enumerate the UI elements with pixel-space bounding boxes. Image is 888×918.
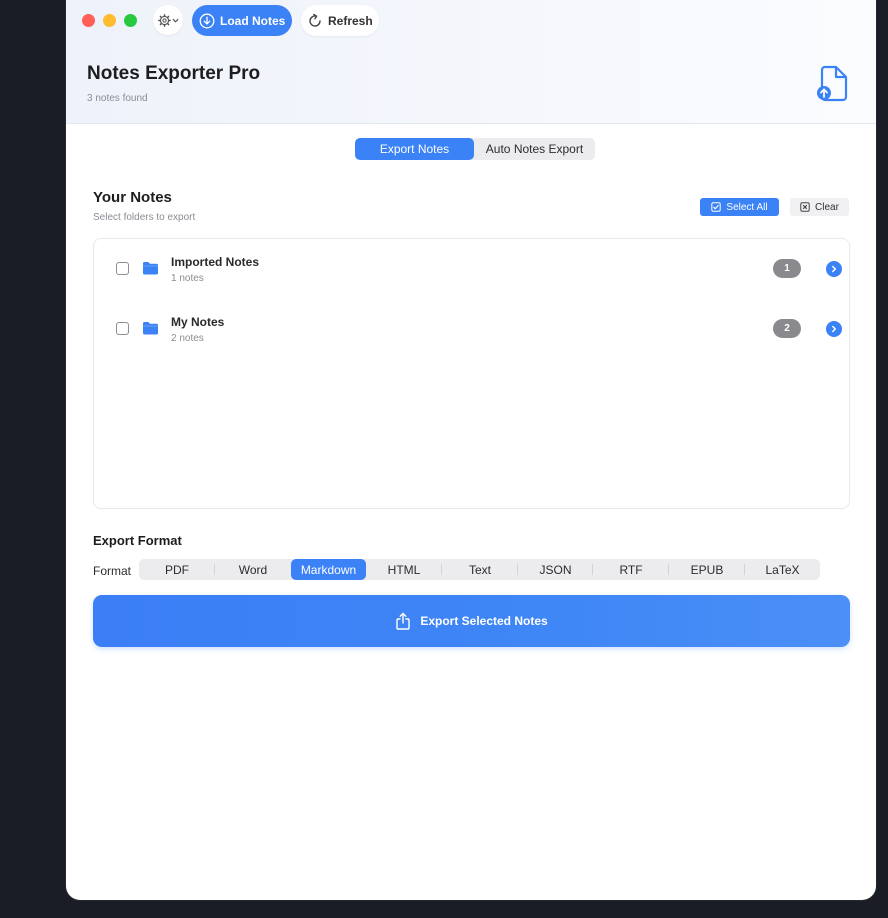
settings-menu-button[interactable] bbox=[153, 5, 183, 35]
zoom-window-button[interactable] bbox=[124, 14, 137, 27]
format-option-markdown[interactable]: Markdown bbox=[291, 559, 366, 580]
notes-section-title: Your Notes bbox=[93, 189, 172, 206]
format-option-word[interactable]: Word bbox=[215, 559, 291, 580]
folder-row-imported-notes[interactable]: Imported Notes 1 notes 1 bbox=[94, 246, 849, 296]
format-section-title: Export Format bbox=[93, 533, 182, 548]
format-option-pdf[interactable]: PDF bbox=[139, 559, 215, 580]
document-upload-icon bbox=[817, 65, 848, 102]
format-label: Format bbox=[93, 564, 132, 578]
app-window: Load Notes Refresh Notes Exporter Pro 3 … bbox=[66, 0, 876, 900]
folder-name: My Notes bbox=[171, 315, 225, 329]
folder-list: Imported Notes 1 notes 1 My Notes 2 note… bbox=[93, 238, 850, 509]
chevron-down-icon bbox=[171, 18, 179, 23]
chevron-right-icon bbox=[832, 325, 837, 333]
minimize-window-button[interactable] bbox=[103, 14, 116, 27]
load-notes-label: Load Notes bbox=[220, 13, 286, 28]
gear-icon bbox=[157, 13, 171, 27]
folder-checkbox[interactable] bbox=[116, 262, 129, 275]
select-all-button[interactable]: Select All bbox=[700, 198, 779, 216]
clear-button[interactable]: Clear bbox=[790, 198, 849, 216]
header: Load Notes Refresh Notes Exporter Pro 3 … bbox=[66, 0, 876, 124]
folder-name: Imported Notes bbox=[171, 255, 260, 269]
close-window-button[interactable] bbox=[82, 14, 95, 27]
folder-note-count: 1 notes bbox=[171, 273, 204, 284]
format-option-html[interactable]: HTML bbox=[366, 559, 442, 580]
format-option-rtf[interactable]: RTF bbox=[593, 559, 669, 580]
folder-note-count: 2 notes bbox=[171, 333, 204, 344]
folder-icon bbox=[143, 322, 158, 335]
mode-tabs: Export Notes Auto Notes Export bbox=[355, 138, 595, 160]
download-circle-icon bbox=[199, 13, 215, 28]
share-icon bbox=[396, 612, 411, 630]
select-all-label: Select All bbox=[726, 201, 768, 213]
tab-auto-notes-export[interactable]: Auto Notes Export bbox=[474, 138, 595, 160]
load-notes-button[interactable]: Load Notes bbox=[192, 5, 292, 36]
refresh-label: Refresh bbox=[328, 13, 373, 28]
refresh-button[interactable]: Refresh bbox=[301, 5, 379, 36]
folder-row-my-notes[interactable]: My Notes 2 notes 2 bbox=[94, 306, 849, 356]
clear-x-icon bbox=[800, 202, 810, 212]
export-selected-notes-button[interactable]: Export Selected Notes bbox=[93, 595, 850, 647]
format-picker: PDF Word Markdown HTML Text JSON RTF EPU… bbox=[139, 559, 820, 580]
count-badge: 2 bbox=[773, 319, 801, 338]
checkbox-checked-icon bbox=[711, 202, 722, 212]
refresh-icon bbox=[309, 13, 321, 27]
count-badge: 1 bbox=[773, 259, 801, 278]
tab-export-notes[interactable]: Export Notes bbox=[355, 138, 474, 160]
notes-section-subtitle: Select folders to export bbox=[93, 212, 196, 223]
clear-label: Clear bbox=[815, 201, 839, 213]
format-option-latex[interactable]: LaTeX bbox=[745, 559, 820, 580]
format-option-json[interactable]: JSON bbox=[518, 559, 593, 580]
format-option-epub[interactable]: EPUB bbox=[669, 559, 745, 580]
open-folder-button[interactable] bbox=[826, 321, 842, 337]
notes-found-count: 3 notes found bbox=[87, 93, 148, 104]
export-button-label: Export Selected Notes bbox=[420, 614, 548, 628]
format-option-text[interactable]: Text bbox=[442, 559, 518, 580]
chevron-right-icon bbox=[832, 265, 837, 273]
app-title: Notes Exporter Pro bbox=[87, 63, 261, 84]
open-folder-button[interactable] bbox=[826, 261, 842, 277]
folder-icon bbox=[143, 262, 158, 275]
folder-checkbox[interactable] bbox=[116, 322, 129, 335]
